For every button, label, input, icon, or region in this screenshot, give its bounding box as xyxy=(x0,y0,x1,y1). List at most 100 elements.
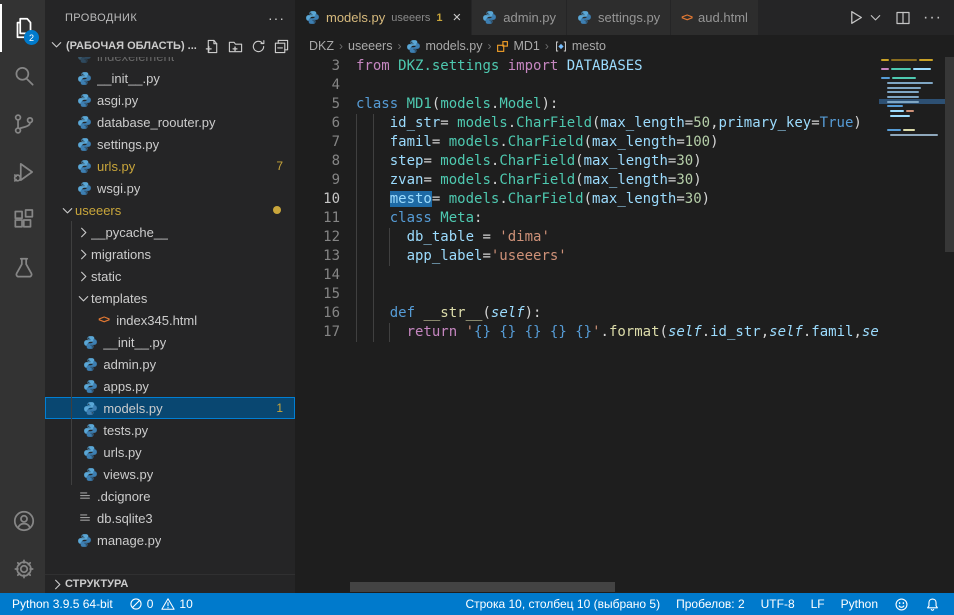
tree-file-manage-py[interactable]: manage.py xyxy=(45,529,295,551)
run-dropdown[interactable] xyxy=(868,10,883,25)
minimap[interactable] xyxy=(879,57,945,137)
split-editor-button[interactable] xyxy=(895,10,911,26)
line-text: step= models.CharField(max_length=30) xyxy=(340,152,879,171)
tree-file-tests-py[interactable]: tests.py xyxy=(45,419,295,441)
refresh-button[interactable] xyxy=(251,39,266,54)
status-encoding[interactable]: UTF-8 xyxy=(753,593,803,615)
vscode-window: 2 ПРОВОДНИК ··· (РАБОЧАЯ ОБЛАСТЬ) ... in… xyxy=(0,0,954,615)
tree-file--init-py[interactable]: __init__.py xyxy=(45,67,295,89)
class-symbol-icon xyxy=(496,40,509,53)
tree-file-urls-py[interactable]: urls.py xyxy=(45,441,295,463)
code-editor[interactable]: 3from DKZ.settings import DATABASES45cla… xyxy=(295,57,954,593)
breadcrumb-item-mesto[interactable]: mesto xyxy=(554,39,606,53)
status-python-version[interactable]: Python 3.9.5 64-bit xyxy=(4,593,121,615)
vertical-scrollbar[interactable] xyxy=(945,57,954,593)
tree-file-db-sqlite3[interactable]: db.sqlite3 xyxy=(45,507,295,529)
horizontal-scrollbar-thumb[interactable] xyxy=(350,582,615,592)
status-language-mode[interactable]: Python xyxy=(833,593,886,615)
breadcrumb-item-dkz[interactable]: DKZ xyxy=(309,39,334,53)
activity-item-extensions[interactable] xyxy=(0,196,45,244)
indent-guide xyxy=(356,209,357,228)
status-cursor-position[interactable]: Строка 10, столбец 10 (выбрано 5) xyxy=(457,593,668,615)
tab-bar: models.pyuseeers1×admin.pysettings.py<>a… xyxy=(295,0,954,35)
file-tree: indexelement__init__.pyasgi.pydatabase_r… xyxy=(45,57,295,574)
activity-item-search[interactable] xyxy=(0,52,45,100)
breadcrumb-item-md1[interactable]: MD1 xyxy=(496,39,539,53)
warning-count: 10 xyxy=(179,597,192,611)
file-label: asgi.py xyxy=(97,93,138,108)
editor-more-button[interactable]: ··· xyxy=(923,10,942,26)
chevron-down-icon xyxy=(75,291,91,306)
breadcrumb-item-models.py[interactable]: models.py xyxy=(406,39,482,54)
tree-file-models-py[interactable]: models.py1 xyxy=(45,397,295,419)
tree-folder-templates[interactable]: templates xyxy=(45,287,295,309)
file-label: .dcignore xyxy=(97,489,150,504)
tree-folder-useeers[interactable]: useeers xyxy=(45,199,295,221)
close-icon[interactable]: × xyxy=(453,10,462,25)
activity-item-explorer[interactable]: 2 xyxy=(0,4,45,52)
status-indentation[interactable]: Пробелов: 2 xyxy=(668,593,753,615)
indent-guide xyxy=(356,304,357,323)
tree-file-indexelement[interactable]: indexelement xyxy=(45,57,295,67)
status-eol[interactable]: LF xyxy=(803,593,833,615)
tab-settings-py[interactable]: settings.py xyxy=(567,0,671,35)
activity-item-testing[interactable] xyxy=(0,244,45,292)
status-feedback[interactable] xyxy=(886,593,917,615)
status-problems[interactable]: 010 xyxy=(121,593,201,615)
indent-guide xyxy=(356,285,357,304)
tree-file--init-py[interactable]: __init__.py xyxy=(45,331,295,353)
tree-file-settings-py[interactable]: settings.py xyxy=(45,133,295,155)
line-text: zvan= models.CharField(max_length=30) xyxy=(340,171,879,190)
python-icon xyxy=(81,357,100,372)
tree-file-urls-py[interactable]: urls.py7 xyxy=(45,155,295,177)
python-icon xyxy=(305,10,320,25)
tree-folder-static[interactable]: static xyxy=(45,265,295,287)
workspace-label: (РАБОЧАЯ ОБЛАСТЬ) ... xyxy=(66,40,197,52)
status-left: Python 3.9.5 64-bit010 xyxy=(0,593,201,615)
tree-file-index345-html[interactable]: <>index345.html xyxy=(45,309,295,331)
workspace-section-header[interactable]: (РАБОЧАЯ ОБЛАСТЬ) ... xyxy=(45,35,295,57)
sidebar-more-icon[interactable]: ··· xyxy=(268,10,285,26)
activity-item-settings[interactable] xyxy=(0,545,45,593)
tree-file--dcignore[interactable]: .dcignore xyxy=(45,485,295,507)
tree-file-admin-py[interactable]: admin.py xyxy=(45,353,295,375)
tab-aud-html[interactable]: <>aud.html xyxy=(671,0,759,35)
html-icon: <> xyxy=(94,314,113,326)
collapse-all-button[interactable] xyxy=(274,39,289,54)
tree-file-asgi-py[interactable]: asgi.py xyxy=(45,89,295,111)
activity-item-run-debug[interactable] xyxy=(0,148,45,196)
python-icon xyxy=(577,10,592,25)
vertical-scrollbar-thumb[interactable] xyxy=(945,57,954,252)
tree-folder--pycache-[interactable]: __pycache__ xyxy=(45,221,295,243)
tree-file-views-py[interactable]: views.py xyxy=(45,463,295,485)
run-button[interactable] xyxy=(847,9,864,26)
tab-admin-py[interactable]: admin.py xyxy=(472,0,567,35)
tree-file-wsgi-py[interactable]: wsgi.py xyxy=(45,177,295,199)
python-icon xyxy=(75,159,94,174)
status-notifications[interactable] xyxy=(917,593,948,615)
outline-section-header[interactable]: СТРУКТУРА xyxy=(45,574,295,593)
new-folder-button[interactable] xyxy=(228,39,243,54)
python-icon xyxy=(81,335,100,350)
python-icon xyxy=(81,423,100,438)
file-label: migrations xyxy=(91,247,151,262)
tree-file-database-roouter-py[interactable]: database_roouter.py xyxy=(45,111,295,133)
tree-file-apps-py[interactable]: apps.py xyxy=(45,375,295,397)
indent-guide xyxy=(373,190,374,209)
line-text: app_label='useeers' xyxy=(340,247,879,266)
outline-label: СТРУКТУРА xyxy=(65,578,128,590)
sidebar-title-row: ПРОВОДНИК ··· xyxy=(45,0,295,35)
line-number: 4 xyxy=(295,76,340,95)
new-file-button[interactable] xyxy=(205,39,220,54)
breadcrumb-item-useeers[interactable]: useeers xyxy=(348,39,392,53)
line-number: 8 xyxy=(295,152,340,171)
file-label: __pycache__ xyxy=(91,225,168,240)
activity-item-source-control[interactable] xyxy=(0,100,45,148)
source-control-icon xyxy=(11,111,37,137)
activity-item-account[interactable] xyxy=(0,497,45,545)
line-text xyxy=(340,266,879,285)
tree-folder-migrations[interactable]: migrations xyxy=(45,243,295,265)
indent-guide xyxy=(389,247,390,266)
indent-guide xyxy=(389,228,390,247)
tab-models-py[interactable]: models.pyuseeers1× xyxy=(295,0,472,35)
